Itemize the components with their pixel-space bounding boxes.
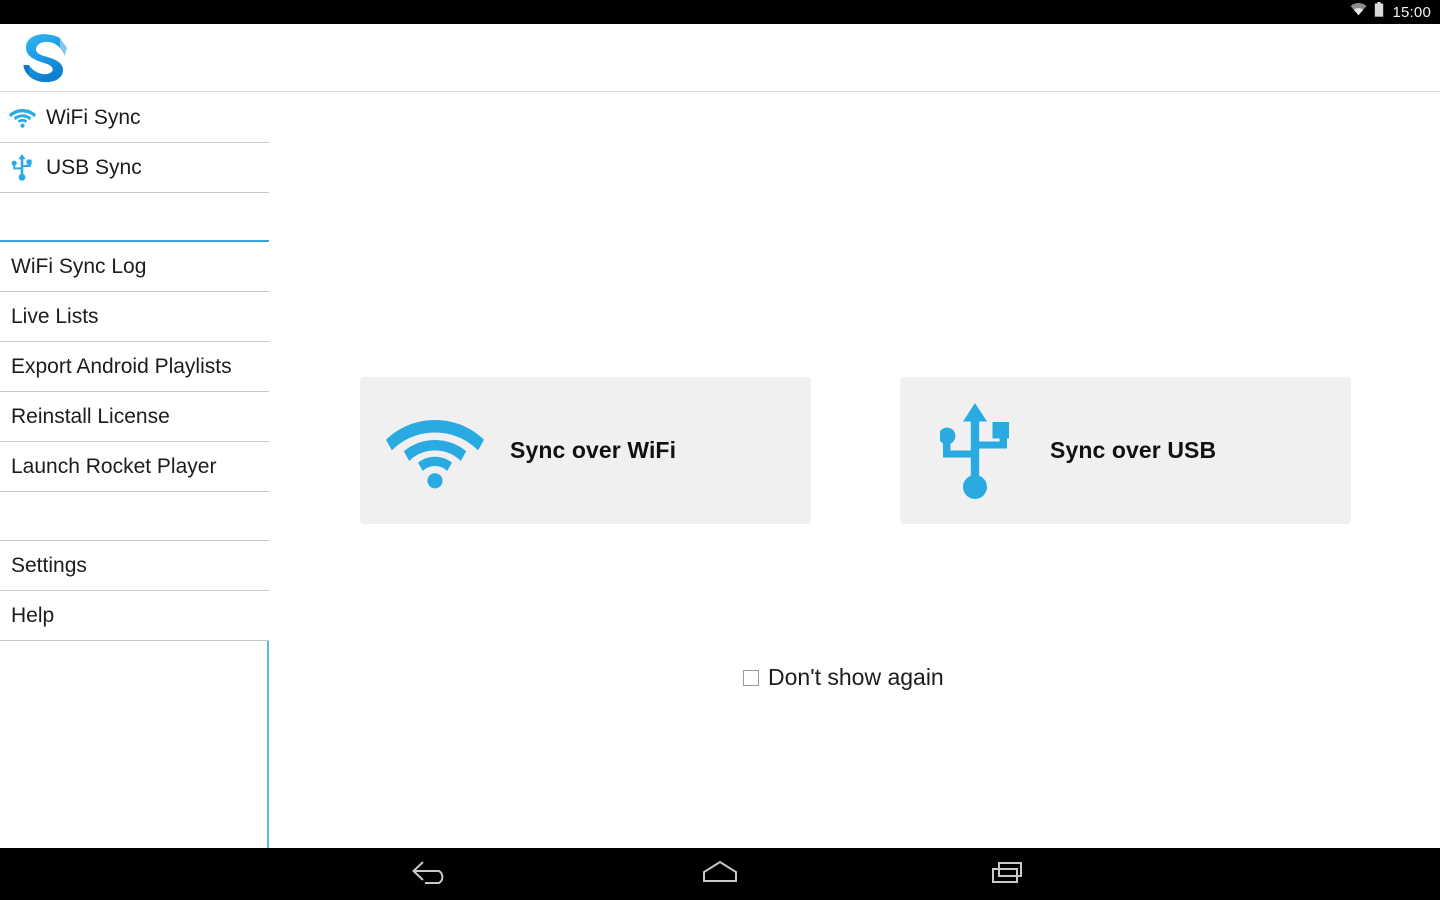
sync-over-wifi-button[interactable]: Sync over WiFi — [360, 377, 811, 524]
wifi-icon — [360, 377, 510, 524]
sidebar-item-settings[interactable]: Settings — [0, 541, 269, 591]
sidebar-navigation: WiFi Sync USB Sync WiFi Sync Log Live Li… — [0, 93, 269, 848]
recents-button[interactable] — [960, 848, 1056, 900]
back-arrow-icon — [411, 859, 453, 890]
sync-over-usb-button[interactable]: Sync over USB — [900, 377, 1351, 524]
sidebar-group-separator-1 — [0, 193, 269, 242]
dont-show-again-label: Don't show again — [768, 664, 944, 690]
sidebar-item-wifi-sync-log[interactable]: WiFi Sync Log — [0, 242, 269, 292]
sidebar-item-label: Settings — [11, 554, 87, 577]
sidebar-item-export-android-playlists[interactable]: Export Android Playlists — [0, 342, 269, 392]
sidebar-item-label: Live Lists — [11, 305, 99, 328]
sidebar-group-separator-2 — [0, 492, 269, 541]
home-button[interactable] — [672, 848, 768, 900]
wifi-icon — [0, 107, 44, 128]
sync-over-usb-label: Sync over USB — [1050, 437, 1217, 463]
sidebar-item-label: Reinstall License — [11, 405, 170, 428]
dont-show-again-checkbox[interactable] — [743, 669, 759, 686]
sidebar-item-label: WiFi Sync Log — [11, 255, 147, 278]
sidebar-item-label: WiFi Sync — [46, 106, 141, 129]
sync-app-logo — [18, 32, 74, 84]
app-header — [0, 24, 1440, 92]
sidebar-item-label: Launch Rocket Player — [11, 455, 217, 478]
android-status-bar: 15:00 — [0, 0, 1440, 24]
wifi-icon — [1350, 2, 1367, 21]
sidebar-item-wifi-sync[interactable]: WiFi Sync — [0, 93, 269, 143]
usb-icon — [900, 377, 1050, 524]
usb-icon — [0, 154, 44, 181]
sync-over-wifi-label: Sync over WiFi — [510, 437, 677, 463]
sidebar-item-label: Help — [11, 604, 55, 627]
sidebar-item-label: USB Sync — [46, 156, 142, 179]
android-navigation-bar — [0, 848, 1440, 900]
back-button[interactable] — [384, 848, 480, 900]
sidebar-item-help[interactable]: Help — [0, 591, 269, 641]
dont-show-again-checkbox-row[interactable]: Don't show again — [743, 666, 944, 689]
sidebar-item-reinstall-license[interactable]: Reinstall License — [0, 392, 269, 442]
sidebar-item-live-lists[interactable]: Live Lists — [0, 292, 269, 342]
sidebar-item-label: Export Android Playlists — [11, 355, 232, 378]
recents-icon — [987, 859, 1029, 890]
sync-button-group: Sync over WiFi Sync over USB — [360, 377, 1351, 524]
sidebar-item-launch-rocket-player[interactable]: Launch Rocket Player — [0, 442, 269, 492]
status-bar-clock: 15:00 — [1392, 3, 1431, 21]
sidebar-item-usb-sync[interactable]: USB Sync — [0, 143, 269, 193]
home-icon — [699, 859, 741, 890]
android-tablet-screen: 15:00 WiFi Sync USB Sync WiFi Sync Log L… — [0, 0, 1440, 900]
battery-icon — [1374, 2, 1384, 22]
main-content-area: Sync over WiFi Sync over USB Don't show … — [271, 93, 1440, 848]
